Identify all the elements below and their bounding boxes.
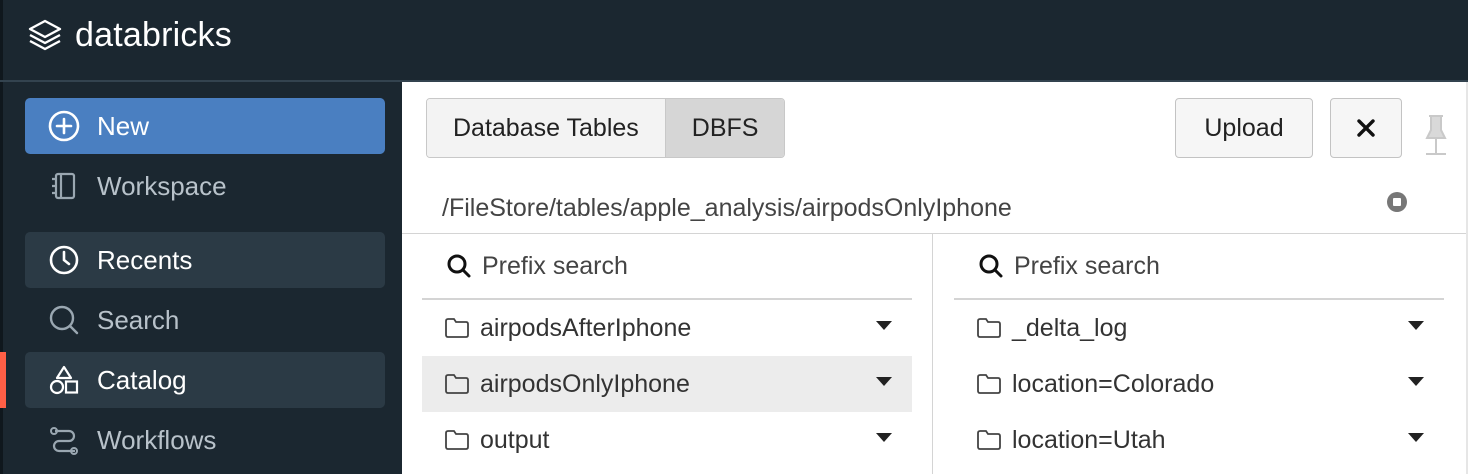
search-icon <box>979 254 1003 278</box>
list-item[interactable]: _delta_log <box>954 300 1444 356</box>
folder-icon <box>445 374 469 394</box>
sidebar-item-recents[interactable]: Recents <box>25 232 385 288</box>
sidebar-item-catalog[interactable]: Catalog <box>25 352 385 408</box>
chevron-down-icon[interactable] <box>876 433 892 442</box>
sidebar-item-workspace[interactable]: Workspace <box>25 158 385 214</box>
new-button-label: New <box>97 110 150 141</box>
pin-icon[interactable] <box>1422 112 1450 158</box>
folder-icon <box>977 430 1001 450</box>
close-icon <box>1357 119 1375 137</box>
chevron-down-icon[interactable] <box>1408 377 1424 386</box>
prefix-search-input[interactable]: Prefix search <box>954 234 1444 300</box>
search-placeholder: Prefix search <box>482 251 628 280</box>
dbfs-browser-panel: Database Tables DBFS Upload /FileStore/t… <box>402 82 1468 474</box>
sidebar-item-label: Workflows <box>97 424 217 455</box>
stop-icon[interactable] <box>1385 190 1409 214</box>
plus-circle-icon <box>48 110 80 142</box>
folder-name: output <box>480 425 550 454</box>
folder-icon <box>977 318 1001 338</box>
chevron-down-icon[interactable] <box>876 377 892 386</box>
list-item[interactable]: airpodsOnlyIphone <box>422 356 912 412</box>
folder-icon <box>977 374 1001 394</box>
databricks-logo-icon <box>28 19 62 51</box>
sidebar: New Workspace Recents Search Catalog Wor… <box>0 82 402 474</box>
list-item[interactable]: location=Utah <box>954 412 1444 468</box>
source-tabs: Database Tables DBFS <box>426 98 786 158</box>
folder-name: airpodsOnlyIphone <box>480 369 690 398</box>
chevron-down-icon[interactable] <box>1408 321 1424 330</box>
top-bar: databricks <box>0 0 1468 80</box>
tab-database-tables[interactable]: Database Tables <box>427 99 665 157</box>
folder-name: _delta_log <box>1012 313 1128 342</box>
workflows-icon <box>50 427 78 455</box>
sidebar-item-label: Search <box>97 304 180 335</box>
catalog-shapes-icon <box>49 365 79 395</box>
sidebar-item-label: Recents <box>97 244 193 275</box>
clock-icon <box>49 245 79 275</box>
current-path: /FileStore/tables/apple_analysis/airpods… <box>442 194 1012 222</box>
folder-name: location=Utah <box>1012 425 1166 454</box>
search-icon <box>49 305 79 335</box>
search-icon <box>447 254 471 278</box>
folder-column-left: Prefix search airpodsAfterIphone airpods… <box>422 234 912 468</box>
upload-button[interactable]: Upload <box>1175 98 1313 158</box>
close-button[interactable] <box>1330 98 1402 158</box>
folder-icon <box>445 318 469 338</box>
folder-icon <box>445 430 469 450</box>
brand-name: databricks <box>75 15 232 54</box>
sidebar-item-label: Catalog <box>97 364 187 395</box>
list-item[interactable]: location=Colorado <box>954 356 1444 412</box>
workspace-icon <box>52 172 76 200</box>
chevron-down-icon[interactable] <box>1408 433 1424 442</box>
new-button[interactable]: New <box>25 98 385 154</box>
search-placeholder: Prefix search <box>1014 251 1160 280</box>
folder-name: airpodsAfterIphone <box>480 313 692 342</box>
chevron-down-icon[interactable] <box>876 321 892 330</box>
sidebar-item-label: Workspace <box>97 170 227 201</box>
sidebar-item-workflows[interactable]: Workflows <box>25 412 385 468</box>
sidebar-item-search[interactable]: Search <box>25 292 385 348</box>
folder-column-right: Prefix search _delta_log location=Colora… <box>954 234 1444 468</box>
column-divider <box>932 234 933 474</box>
active-accent-bar <box>0 352 6 408</box>
folder-name: location=Colorado <box>1012 369 1215 398</box>
databricks-logo[interactable]: databricks <box>27 12 232 58</box>
list-item[interactable]: output <box>422 412 912 468</box>
list-item[interactable]: airpodsAfterIphone <box>422 300 912 356</box>
tab-dbfs[interactable]: DBFS <box>664 99 785 157</box>
prefix-search-input[interactable]: Prefix search <box>422 234 912 300</box>
